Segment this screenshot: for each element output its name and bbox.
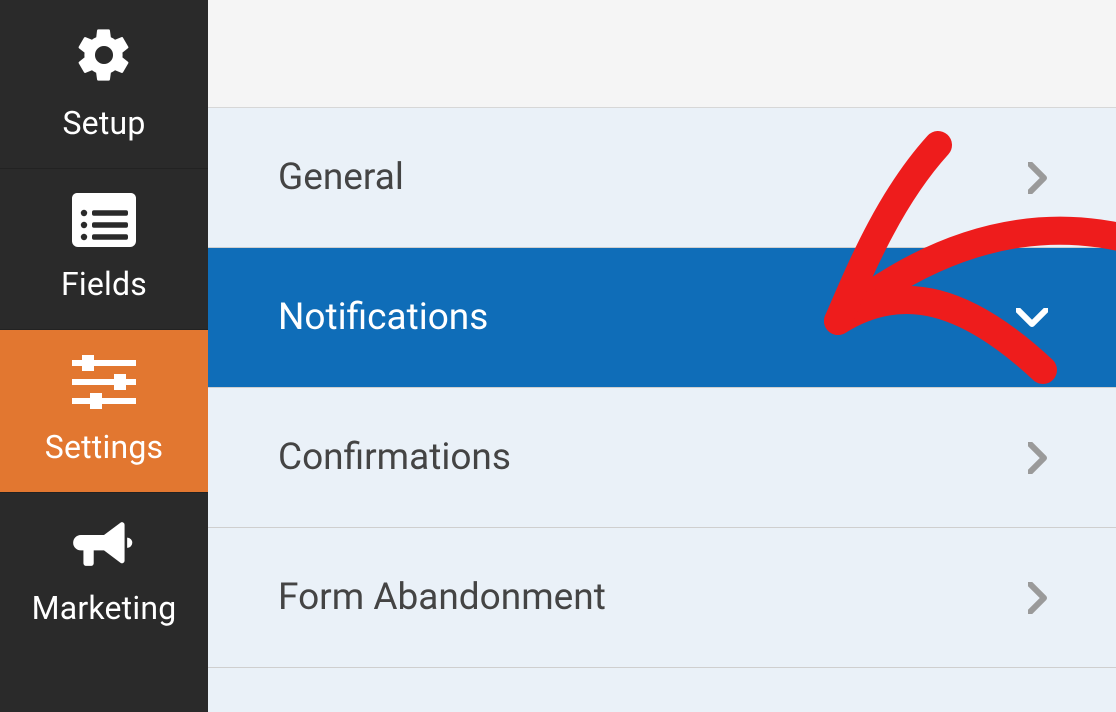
topbar bbox=[208, 0, 1116, 108]
settings-menu-confirmations[interactable]: Confirmations bbox=[208, 388, 1116, 528]
sidebar-item-label: Fields bbox=[61, 265, 147, 303]
chevron-right-icon bbox=[1028, 582, 1048, 614]
settings-menu-label: Notifications bbox=[278, 296, 488, 339]
bullhorn-icon bbox=[73, 517, 135, 571]
main-panel: General Notifications Confirmations Form… bbox=[208, 0, 1116, 712]
settings-menu-general[interactable]: General bbox=[208, 108, 1116, 248]
gear-icon bbox=[73, 24, 135, 86]
sidebar-item-marketing[interactable]: Marketing bbox=[0, 493, 208, 653]
settings-menu-notifications[interactable]: Notifications bbox=[208, 248, 1116, 388]
sidebar-item-label: Settings bbox=[45, 428, 163, 466]
sidebar-item-label: Setup bbox=[62, 104, 145, 142]
sidebar-item-settings[interactable]: Settings bbox=[0, 330, 208, 493]
chevron-right-icon bbox=[1028, 442, 1048, 474]
sidebar-item-setup[interactable]: Setup bbox=[0, 0, 208, 169]
sidebar-item-fields[interactable]: Fields bbox=[0, 169, 208, 330]
settings-menu-form-abandonment[interactable]: Form Abandonment bbox=[208, 528, 1116, 668]
settings-menu-label: Confirmations bbox=[278, 436, 511, 479]
list-icon bbox=[72, 193, 136, 247]
sidebar-item-label: Marketing bbox=[32, 589, 177, 627]
sliders-icon bbox=[68, 354, 140, 410]
chevron-down-icon bbox=[1016, 308, 1048, 328]
sidebar: Setup Fields bbox=[0, 0, 208, 712]
settings-menu-label: Form Abandonment bbox=[278, 576, 606, 619]
chevron-right-icon bbox=[1028, 162, 1048, 194]
settings-menu-label: General bbox=[278, 156, 404, 199]
